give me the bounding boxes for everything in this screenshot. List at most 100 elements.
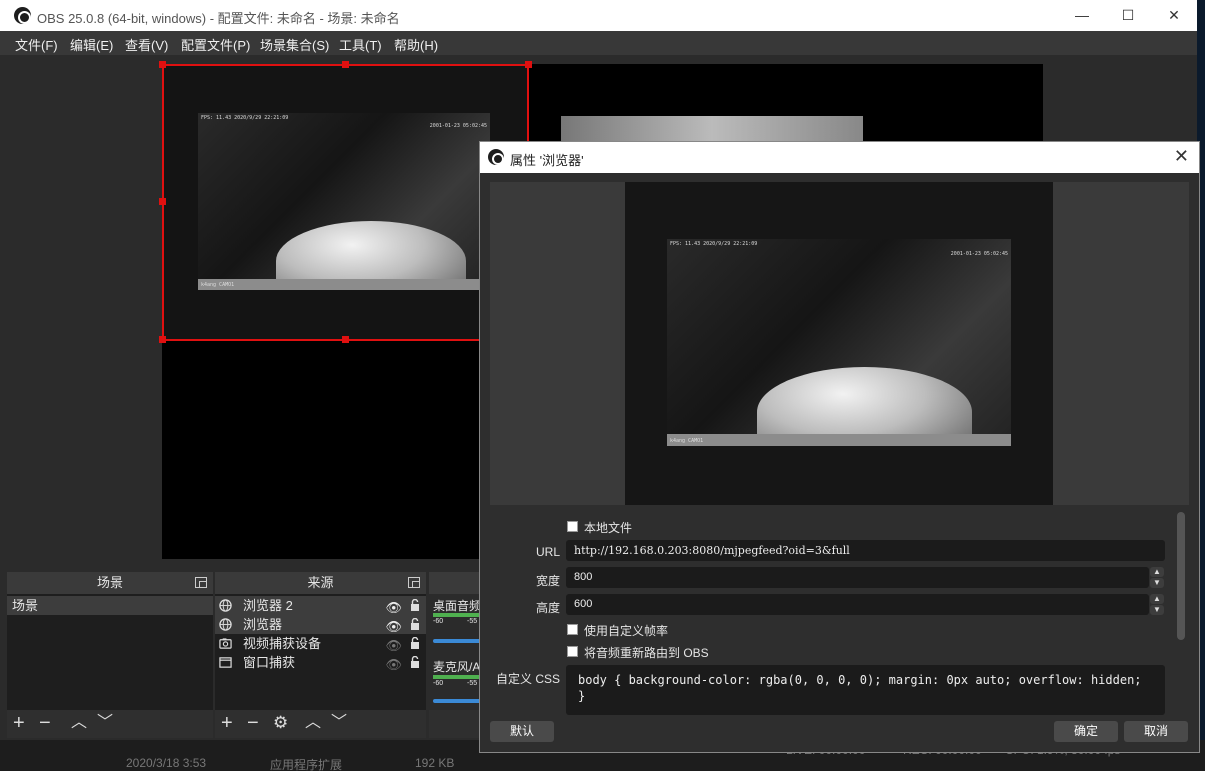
- ok-button[interactable]: 确定: [1054, 721, 1118, 742]
- lock-icon[interactable]: [410, 637, 420, 649]
- source-name: 浏览器 2: [243, 598, 293, 613]
- height-label: 高度: [535, 601, 560, 615]
- desktop-audio-meter: [433, 613, 481, 617]
- sources-dock-title: 来源: [215, 572, 426, 594]
- source-name: 窗口捕获: [243, 655, 296, 670]
- status-date: 2020/3/18 3:53: [126, 756, 207, 770]
- reroute-audio-label: 将音频重新路由到 OBS: [584, 646, 709, 660]
- dialog-scrollbar[interactable]: [1177, 512, 1185, 640]
- remove-icon[interactable]: −: [39, 713, 51, 733]
- meter-scale: -60: [433, 680, 444, 687]
- custom-css-textarea[interactable]: body { background-color: rgba(0, 0, 0, 0…: [566, 665, 1165, 715]
- lock-icon[interactable]: [410, 599, 420, 611]
- add-icon[interactable]: +: [13, 713, 25, 733]
- menu-tools[interactable]: 工具(T): [339, 35, 382, 54]
- scenes-toolbar: + − ︿ ﹀: [7, 710, 213, 738]
- desktop-audio-label: 桌面音频: [433, 599, 482, 613]
- resize-handle[interactable]: [342, 336, 349, 343]
- window-title: OBS 25.0.8 (64-bit, windows) - 配置文件: 未命名…: [37, 11, 400, 26]
- camera-icon: [219, 638, 232, 649]
- dialog-overlay-left: FPS: 11.43 2020/9/29 22:21:09: [670, 241, 758, 247]
- custom-css-label: 自定义 CSS: [495, 672, 560, 686]
- move-up-icon[interactable]: ︿: [71, 713, 87, 733]
- width-input[interactable]: 800: [566, 567, 1149, 588]
- defaults-button[interactable]: 默认: [490, 721, 554, 742]
- add-icon[interactable]: +: [221, 713, 233, 733]
- resize-handle[interactable]: [342, 61, 349, 68]
- source-item[interactable]: 窗口捕获 👁: [215, 653, 426, 672]
- desktop-volume-slider[interactable]: [433, 639, 481, 643]
- title-bar: OBS 25.0.8 (64-bit, windows) - 配置文件: 未命名…: [0, 0, 1197, 31]
- window-icon: [219, 657, 232, 668]
- custom-fps-checkbox[interactable]: [567, 624, 578, 635]
- minimize-button[interactable]: —: [1059, 0, 1105, 31]
- resize-handle[interactable]: [159, 61, 166, 68]
- url-label: URL: [535, 545, 560, 559]
- undock-icon[interactable]: [195, 577, 207, 588]
- menu-scene-collection[interactable]: 场景集合(S): [260, 35, 329, 54]
- dialog-preview: FPS: 11.43 2020/9/29 22:21:09 2001-01-23…: [490, 182, 1189, 505]
- close-button[interactable]: ✕: [1151, 0, 1197, 31]
- cancel-button[interactable]: 取消: [1124, 721, 1188, 742]
- scene-item[interactable]: 场景: [7, 596, 213, 615]
- mic-volume-slider[interactable]: [433, 699, 481, 703]
- meter-scale: -60: [433, 618, 444, 625]
- lock-icon[interactable]: [410, 618, 420, 630]
- scenes-dock: 场景 场景 + − ︿ ﹀: [7, 572, 213, 738]
- source-name: 视频捕获设备: [243, 636, 322, 651]
- source-item[interactable]: 浏览器 2 👁: [215, 596, 426, 615]
- menu-view[interactable]: 查看(V): [125, 35, 168, 54]
- source-name: 浏览器: [243, 617, 283, 632]
- height-input[interactable]: 600: [566, 594, 1149, 615]
- obs-logo-icon: [488, 149, 504, 165]
- scenes-dock-title: 场景: [7, 572, 213, 594]
- dialog-overlay-right: 2001-01-23 05:02:45: [950, 251, 1008, 257]
- local-file-checkbox[interactable]: [567, 521, 578, 532]
- resize-handle[interactable]: [159, 336, 166, 343]
- mic-audio-meter: [433, 675, 481, 679]
- dialog-cam-label: k4ang CAMO1: [670, 438, 704, 444]
- dialog-close-button[interactable]: ✕: [1174, 146, 1189, 167]
- lock-icon[interactable]: [410, 656, 420, 668]
- height-increment[interactable]: ▲: [1150, 594, 1164, 604]
- menu-file[interactable]: 文件(F): [15, 35, 58, 54]
- meter-scale: -55: [467, 680, 478, 687]
- reroute-audio-checkbox[interactable]: [567, 646, 578, 657]
- meter-scale: -55: [467, 618, 478, 625]
- remove-icon[interactable]: −: [247, 713, 259, 733]
- mic-audio-label: 麦克风/A: [433, 660, 481, 674]
- resize-handle[interactable]: [525, 61, 532, 68]
- local-file-label: 本地文件: [584, 521, 633, 535]
- width-decrement[interactable]: ▼: [1150, 578, 1164, 588]
- url-input[interactable]: http://192.168.0.203:8080/mjpegfeed?oid=…: [566, 540, 1165, 561]
- source-item[interactable]: 视频捕获设备 👁: [215, 634, 426, 653]
- width-increment[interactable]: ▲: [1150, 567, 1164, 577]
- move-down-icon[interactable]: ﹀: [97, 713, 113, 733]
- sources-list: 浏览器 2 👁 浏览器 👁 视频捕获设备 👁 窗口捕获 👁: [215, 594, 426, 710]
- menu-bar: 文件(F) 编辑(E) 查看(V) 配置文件(P) 场景集合(S) 工具(T) …: [0, 31, 1197, 55]
- height-decrement[interactable]: ▼: [1150, 605, 1164, 615]
- selection-box[interactable]: [162, 64, 529, 341]
- move-down-icon[interactable]: ﹀: [331, 713, 347, 733]
- custom-fps-label: 使用自定义帧率: [584, 624, 669, 638]
- globe-icon: [219, 599, 232, 612]
- dialog-camera-feed: FPS: 11.43 2020/9/29 22:21:09 2001-01-23…: [667, 239, 1011, 446]
- status-type: 应用程序扩展: [270, 758, 343, 771]
- sources-toolbar: + − ⚙ ︿ ﹀: [215, 710, 426, 738]
- dialog-title: 属性 '浏览器': [510, 153, 584, 168]
- menu-help[interactable]: 帮助(H): [394, 35, 438, 54]
- move-up-icon[interactable]: ︿: [305, 713, 321, 733]
- width-label: 宽度: [535, 574, 560, 588]
- source-item[interactable]: 浏览器 👁: [215, 615, 426, 634]
- menu-profile[interactable]: 配置文件(P): [181, 35, 250, 54]
- gear-icon[interactable]: ⚙: [273, 713, 288, 733]
- undock-icon[interactable]: [408, 577, 420, 588]
- maximize-button[interactable]: ☐: [1105, 0, 1151, 31]
- obs-logo-icon: [14, 7, 31, 24]
- properties-dialog: 属性 '浏览器' ✕ FPS: 11.43 2020/9/29 22:21:09…: [479, 141, 1200, 753]
- menu-edit[interactable]: 编辑(E): [70, 35, 113, 54]
- resize-handle[interactable]: [159, 198, 166, 205]
- eye-hidden-icon[interactable]: 👁: [385, 655, 402, 674]
- dialog-title-bar: 属性 '浏览器' ✕: [480, 142, 1199, 173]
- status-size: 192 KB: [415, 756, 455, 770]
